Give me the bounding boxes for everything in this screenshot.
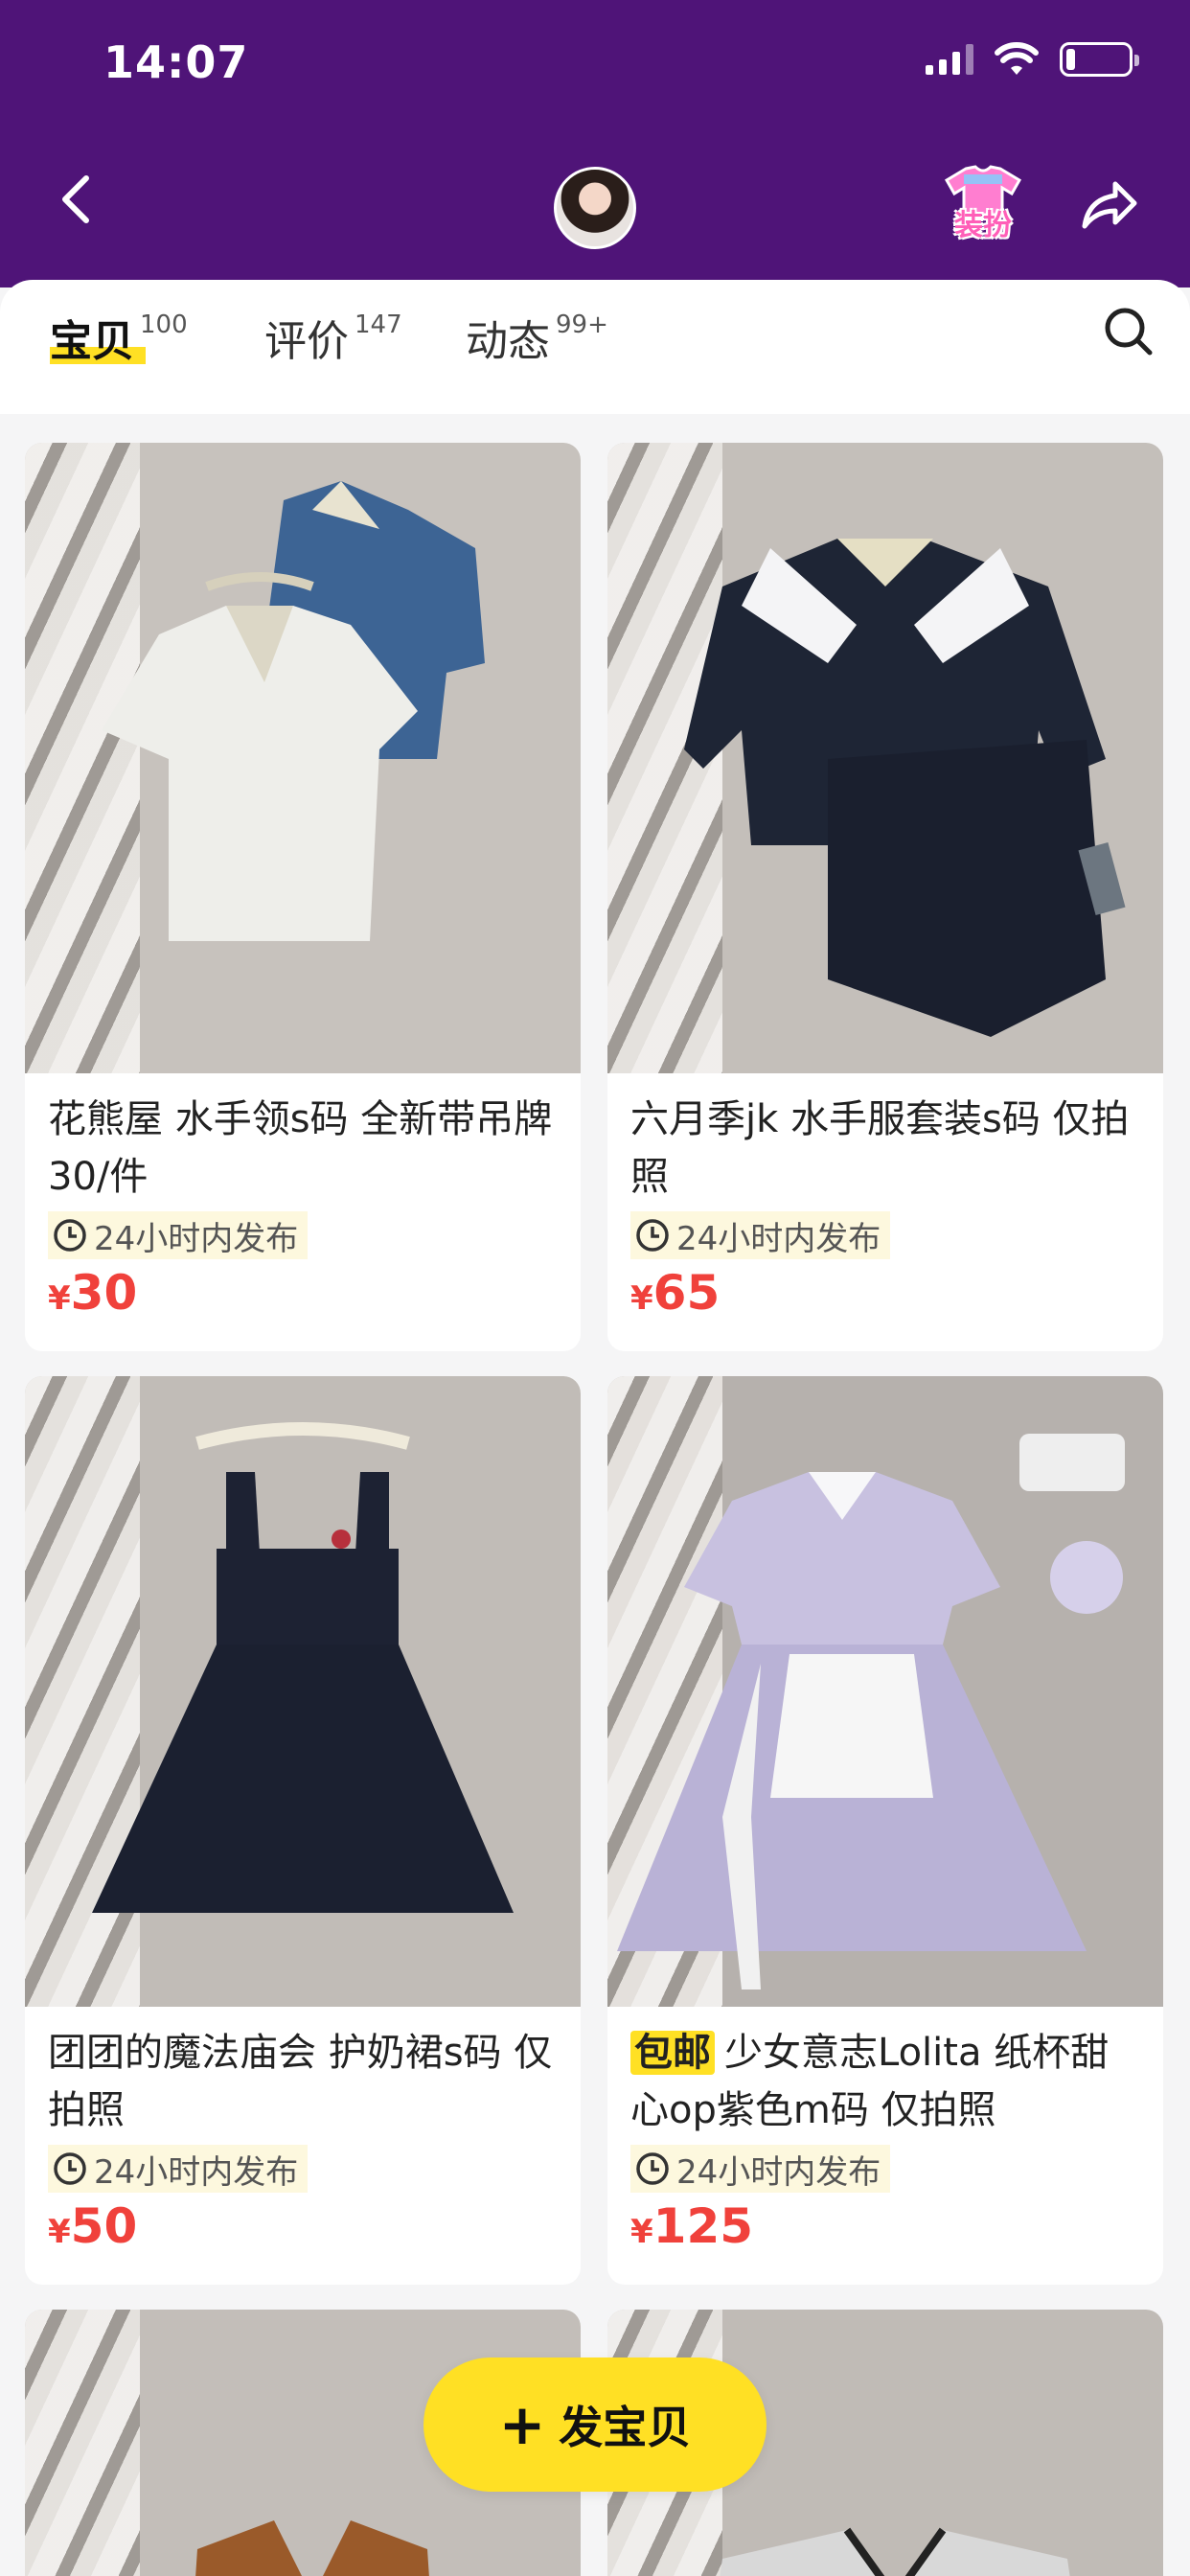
pinafore-dress-photo (92, 1422, 514, 1913)
currency-symbol: ¥ (630, 2213, 653, 2251)
post-time-text: 24小时内发布 (676, 1219, 881, 1258)
price-value: 30 (70, 1265, 138, 1321)
post-time-text: 24小时内发布 (676, 2152, 881, 2192)
back-arrow-icon[interactable] (50, 171, 107, 228)
tab-label: 宝贝 (50, 317, 134, 366)
post-time: 24小时内发布 (48, 1211, 309, 1259)
product-card[interactable]: 团团的魔法庙会 护奶裙s码 仅拍照 24小时内发布 ¥50 (25, 1376, 581, 2285)
price-value: 125 (652, 2198, 754, 2254)
product-price: ¥65 (607, 1259, 1163, 1321)
post-time: 24小时内发布 (630, 1211, 891, 1259)
post-time: 24小时内发布 (630, 2145, 891, 2193)
product-grid: 花熊屋 水手领s码 全新带吊牌30/件 24小时内发布 ¥30 六月季jk 水手… (0, 414, 1190, 2576)
product-image[interactable] (607, 443, 1163, 1073)
clock-icon (636, 2152, 669, 2185)
cellular-signal-icon (926, 44, 973, 75)
product-price: ¥30 (25, 1259, 581, 1321)
tab-label: 动态 (466, 317, 550, 366)
product-card[interactable]: 包邮 少女意志Lolita 纸杯甜心op紫色m码 仅拍照 24小时内发布 ¥125 (607, 1376, 1163, 2285)
currency-symbol: ¥ (48, 2213, 71, 2251)
product-image[interactable] (25, 443, 581, 1073)
product-image[interactable] (25, 1376, 581, 2007)
product-card[interactable]: 花熊屋 水手领s码 全新带吊牌30/件 24小时内发布 ¥30 (25, 443, 581, 1351)
tab-count: 147 (355, 310, 402, 339)
product-title: 六月季jk 水手服套装s码 仅拍照 (630, 1097, 1130, 1199)
post-time-text: 24小时内发布 (94, 2152, 299, 2192)
dress-up-button[interactable]: 装扮 (941, 165, 1025, 247)
currency-symbol: ¥ (48, 1279, 71, 1318)
clock-icon (54, 2152, 86, 2185)
tab-posts[interactable]: 动态 99+ (466, 307, 608, 368)
product-card[interactable]: 六月季jk 水手服套装s码 仅拍照 24小时内发布 ¥65 (607, 443, 1163, 1351)
dress-up-label: 装扮 (954, 209, 1012, 242)
product-price: ¥125 (607, 2193, 1163, 2254)
sailor-shirts-photo (102, 481, 485, 941)
product-title: 团团的魔法庙会 护奶裙s码 仅拍照 (48, 2031, 553, 2132)
product-price: ¥50 (25, 2193, 581, 2254)
search-icon[interactable] (1102, 305, 1156, 358)
tab-count: 99+ (556, 310, 608, 339)
share-icon[interactable] (1077, 174, 1140, 238)
avatar[interactable] (554, 167, 636, 249)
tab-reviews[interactable]: 评价 147 (264, 307, 402, 368)
tab-count: 100 (140, 310, 188, 339)
plus-icon: + (498, 2392, 546, 2457)
product-title: 花熊屋 水手领s码 全新带吊牌30/件 (48, 1097, 553, 1199)
navy-sailor-set-photo (684, 539, 1126, 1037)
lolita-dress-photo (617, 1434, 1125, 1990)
post-item-label: 发宝贝 (559, 2402, 692, 2453)
price-value: 50 (70, 2198, 138, 2254)
header-bar: 14:07 装扮 (0, 0, 1190, 288)
status-icons (926, 42, 1139, 77)
product-image[interactable] (607, 1376, 1163, 2007)
status-time: 14:07 (103, 36, 249, 88)
product-title: 包邮 少女意志Lolita 纸杯甜心op紫色m码 仅拍照 (607, 2007, 1163, 2141)
price-value: 65 (652, 1265, 721, 1321)
post-item-button[interactable]: + 发宝贝 (423, 2358, 767, 2492)
clock-icon (54, 1219, 86, 1252)
post-time: 24小时内发布 (48, 2145, 309, 2193)
wifi-icon (995, 42, 1039, 75)
clock-icon (636, 1219, 669, 1252)
free-shipping-tag: 包邮 (630, 2031, 715, 2075)
tab-items[interactable]: 宝贝 100 (50, 307, 188, 368)
post-time-text: 24小时内发布 (94, 1219, 299, 1258)
tab-label: 评价 (264, 317, 349, 366)
currency-symbol: ¥ (630, 1279, 653, 1318)
tab-bar: 宝贝 100 评价 147 动态 99+ (0, 280, 1190, 414)
battery-icon (1060, 42, 1139, 77)
